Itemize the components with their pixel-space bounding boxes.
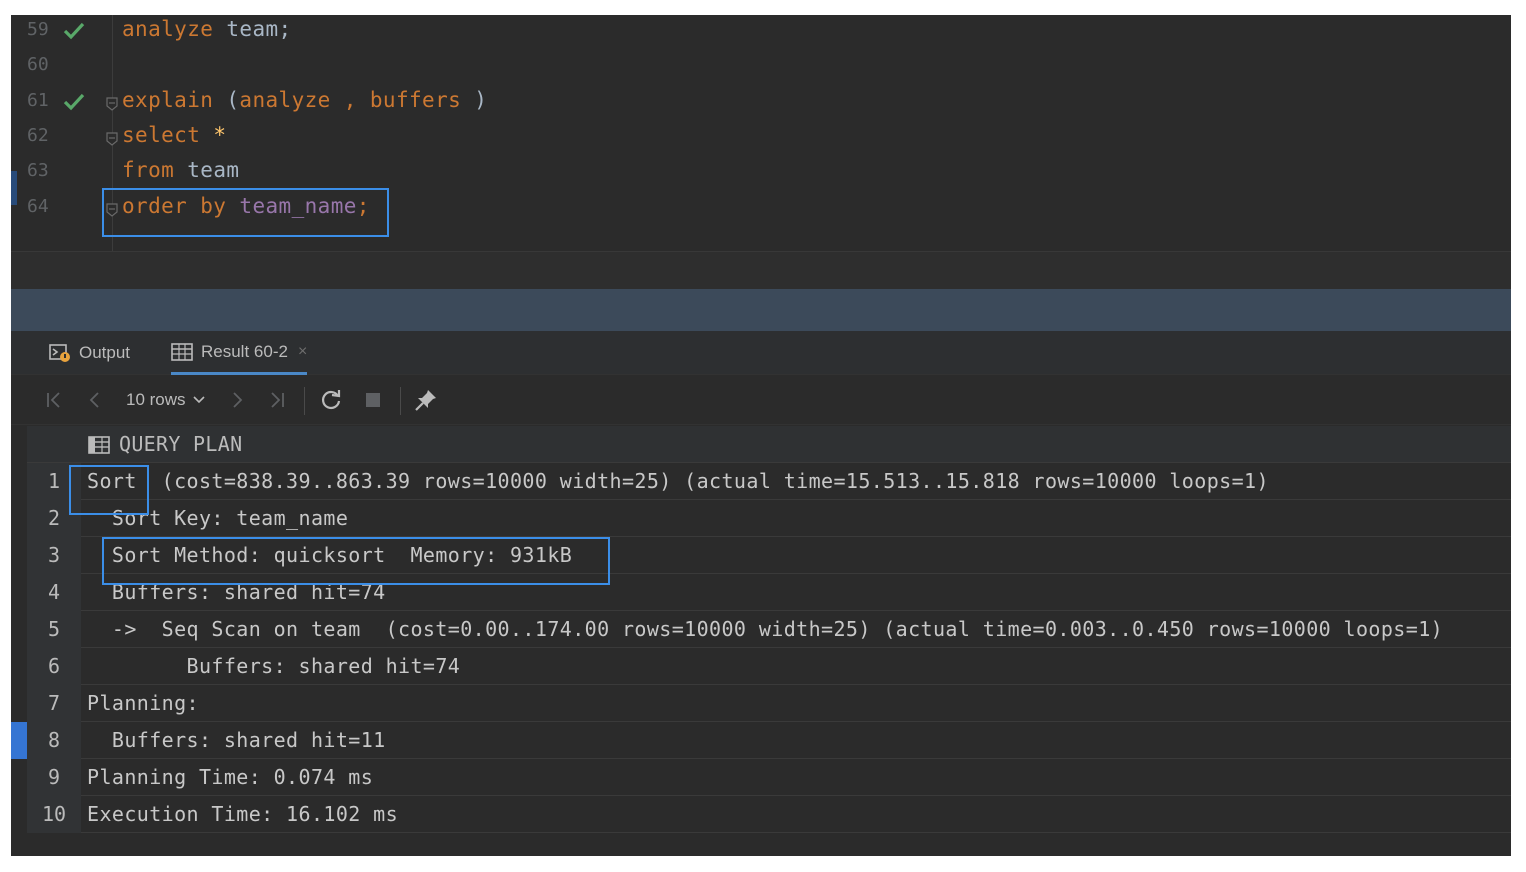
result-toolbar: 10 rows — [11, 375, 1511, 425]
query-plan-cell[interactable]: Planning Time: 0.074 ms — [87, 759, 373, 796]
query-plan-cell[interactable]: Buffers: shared hit=11 — [87, 722, 386, 759]
refresh-icon — [321, 390, 341, 410]
code-token: explain — [122, 88, 214, 112]
line-number: 59 — [27, 19, 49, 40]
row-number[interactable]: 4 — [27, 574, 81, 611]
row-number[interactable]: 7 — [27, 685, 81, 722]
tab-result-label: Result 60-2 — [201, 341, 288, 361]
prev-page-button[interactable] — [83, 388, 107, 412]
row-number[interactable]: 3 — [27, 537, 81, 574]
check-icon — [63, 22, 85, 40]
table-row[interactable]: 8 Buffers: shared hit=11 — [27, 722, 1511, 759]
services-tool-window: Output Result 60-2 × 10 rows QUERY PLAN … — [11, 331, 1511, 856]
next-page-button[interactable] — [225, 388, 249, 412]
code-token: select — [122, 123, 201, 147]
table-row[interactable]: 6 Buffers: shared hit=74 — [27, 648, 1511, 685]
code-token: * — [213, 123, 227, 147]
table-icon — [171, 342, 193, 361]
code-text: explain (analyze , buffers ) — [122, 88, 487, 112]
highlight-sort-method — [102, 537, 610, 585]
table-row[interactable]: 7 Planning: — [27, 685, 1511, 722]
close-tab-icon[interactable]: × — [298, 343, 307, 361]
sql-editor[interactable]: 59 analyze team; 60 61 explain (analyze , bu… — [11, 15, 1511, 289]
code-token: team; — [213, 17, 292, 41]
highlight-sort-node — [69, 465, 149, 515]
code-line[interactable]: 63 from team — [11, 156, 1511, 191]
table-row[interactable]: 10 Execution Time: 16.102 ms — [27, 796, 1511, 833]
rows-count-label: 10 rows — [126, 390, 186, 409]
row-number[interactable]: 9 — [27, 759, 81, 796]
query-plan-cell[interactable]: Planning: — [87, 685, 199, 722]
row-number[interactable]: 5 — [27, 611, 81, 648]
table-row[interactable]: 5 -> Seq Scan on team (cost=0.00..174.00… — [27, 611, 1511, 648]
last-page-button[interactable] — [265, 388, 289, 412]
last-page-icon — [271, 392, 284, 408]
column-header[interactable]: QUERY PLAN — [27, 426, 1511, 463]
editor-empty-area[interactable] — [11, 251, 1511, 289]
table-row[interactable]: 1 Sort (cost=838.39..863.39 rows=10000 wi… — [27, 463, 1511, 500]
pin-icon — [415, 390, 436, 411]
table-row[interactable]: 2 Sort Key: team_name — [27, 500, 1511, 537]
table-row[interactable]: 9 Planning Time: 0.074 ms — [27, 759, 1511, 796]
query-plan-cell[interactable]: -> Seq Scan on team (cost=0.00..174.00 r… — [87, 611, 1443, 648]
row-number[interactable]: 8 — [27, 722, 81, 759]
check-icon — [63, 93, 85, 111]
code-text: from team — [122, 158, 239, 182]
line-number: 60 — [27, 54, 49, 75]
output-console-icon — [49, 344, 70, 362]
highlight-order-by — [102, 188, 389, 237]
line-number: 61 — [27, 90, 49, 111]
fold-icon[interactable] — [105, 96, 119, 112]
first-page-icon — [47, 392, 60, 408]
query-plan-cell[interactable]: Sort (cost=838.39..863.39 rows=10000 wid… — [87, 463, 1269, 500]
code-token: buffers — [369, 88, 462, 112]
chevron-down-icon — [192, 396, 205, 404]
code-line[interactable]: 59 analyze team; — [11, 15, 1511, 50]
code-token: analyze — [122, 17, 214, 41]
query-plan-cell[interactable]: Execution Time: 16.102 ms — [87, 796, 398, 833]
query-plan-cell[interactable]: Buffers: shared hit=74 — [87, 648, 460, 685]
code-token: , — [330, 88, 370, 112]
code-line[interactable]: 62 select * — [11, 121, 1511, 156]
tab-output-label: Output — [79, 343, 131, 362]
toolbar-separator — [400, 387, 401, 415]
row-number[interactable]: 6 — [27, 648, 81, 685]
code-token: from — [122, 158, 175, 182]
page-size-dropdown[interactable]: 10 rows — [126, 388, 206, 412]
code-token: ) — [461, 88, 488, 112]
code-text: analyze team; — [122, 17, 292, 41]
stop-icon — [366, 393, 380, 407]
stop-button[interactable] — [361, 388, 385, 412]
code-line[interactable]: 60 — [11, 50, 1511, 85]
code-token: team — [174, 158, 240, 182]
ide-window: 59 analyze team; 60 61 explain (analyze , bu… — [11, 15, 1511, 856]
line-number: 63 — [27, 160, 49, 181]
prev-page-icon — [89, 392, 99, 408]
column-header-label: QUERY PLAN — [119, 432, 243, 456]
refresh-button[interactable] — [319, 388, 343, 412]
fold-icon[interactable] — [105, 131, 119, 147]
first-page-button[interactable] — [42, 388, 66, 412]
panel-splitter[interactable] — [11, 289, 1511, 331]
code-token: analyze — [239, 88, 331, 112]
column-table-icon — [88, 436, 110, 454]
next-page-icon — [233, 392, 243, 408]
tab-output[interactable]: Output — [49, 331, 130, 375]
toolbar-separator — [304, 387, 305, 415]
result-tabbar: Output Result 60-2 × — [11, 331, 1511, 375]
pin-tab-button[interactable] — [414, 388, 438, 412]
row-number[interactable]: 10 — [27, 796, 81, 833]
line-number: 64 — [27, 196, 49, 217]
code-text: select * — [122, 123, 226, 147]
code-token: ( — [213, 88, 240, 112]
tab-result[interactable]: Result 60-2 × — [171, 331, 308, 375]
code-line[interactable]: 61 explain (analyze , buffers ) — [11, 86, 1511, 121]
selected-row-marker — [11, 722, 27, 759]
line-number: 62 — [27, 125, 49, 146]
